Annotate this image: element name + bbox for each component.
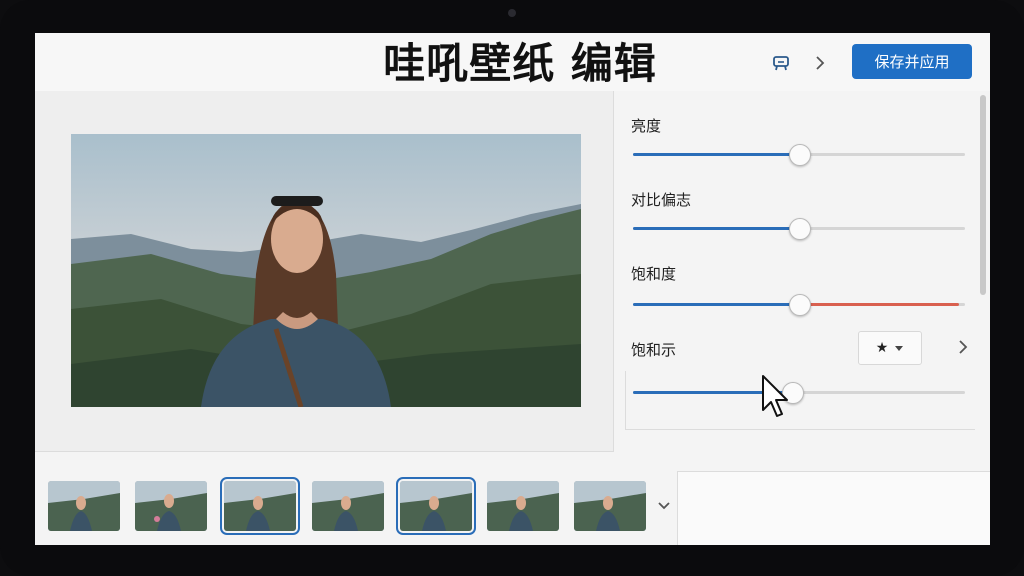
panel-divider bbox=[625, 371, 626, 429]
brightness-slider[interactable] bbox=[633, 144, 965, 166]
app-window: 哇吼壁纸 编辑 保存并应用 亮度 对比偏志 饱和度 饱和示 ★ bbox=[35, 33, 990, 545]
panel-separator bbox=[625, 429, 975, 430]
wallpaper-thumbnail[interactable] bbox=[312, 481, 384, 531]
contrast-label: 对比偏志 bbox=[631, 191, 692, 209]
wallpaper-thumbnail[interactable] bbox=[487, 481, 559, 531]
mouse-cursor-icon bbox=[760, 374, 792, 422]
wallpaper-thumbnail-selected[interactable] bbox=[396, 477, 476, 535]
header-bar: 哇吼壁纸 编辑 保存并应用 bbox=[35, 33, 990, 91]
page-title: 哇吼壁纸 编辑 bbox=[383, 39, 657, 88]
expand-thumbnails-chevron-down-icon[interactable] bbox=[655, 497, 673, 515]
caret-down-icon bbox=[895, 346, 904, 351]
saturation-slider-thumb[interactable] bbox=[789, 294, 811, 316]
wallpaper-preview-image[interactable] bbox=[71, 134, 581, 407]
brightness-label: 亮度 bbox=[631, 117, 662, 135]
chevron-right-icon[interactable] bbox=[808, 51, 832, 75]
panel-chevron-right-icon[interactable] bbox=[955, 339, 971, 355]
saturation-label: 饱和度 bbox=[631, 265, 677, 283]
wallpaper-thumbnail[interactable] bbox=[48, 481, 120, 531]
preset-dropdown[interactable]: ★ bbox=[858, 331, 922, 365]
saturation-alt-slider[interactable] bbox=[633, 382, 965, 404]
wallpaper-thumbnail[interactable] bbox=[574, 481, 646, 531]
device-icon[interactable] bbox=[769, 51, 793, 75]
title-container: 哇吼壁纸 编辑 bbox=[375, 35, 665, 89]
saturation-alt-label: 饱和示 bbox=[631, 341, 677, 359]
contrast-slider-thumb[interactable] bbox=[789, 218, 811, 240]
contrast-slider[interactable] bbox=[633, 218, 965, 240]
panel-scrollbar[interactable] bbox=[980, 95, 986, 295]
wallpaper-thumbnail[interactable] bbox=[135, 481, 207, 531]
brightness-slider-thumb[interactable] bbox=[789, 144, 811, 166]
preset-value: ★ bbox=[875, 340, 889, 356]
wallpaper-thumbnail-strip bbox=[35, 463, 675, 545]
saturation-slider[interactable] bbox=[633, 294, 965, 316]
preview-area bbox=[35, 91, 614, 452]
camera-dot bbox=[508, 9, 516, 17]
wallpaper-thumbnail-selected[interactable] bbox=[220, 477, 300, 535]
adjustment-panel: 亮度 对比偏志 饱和度 饱和示 ★ bbox=[625, 91, 977, 431]
save-apply-button[interactable]: 保存并应用 bbox=[852, 44, 972, 79]
bottom-right-panel bbox=[677, 471, 990, 545]
